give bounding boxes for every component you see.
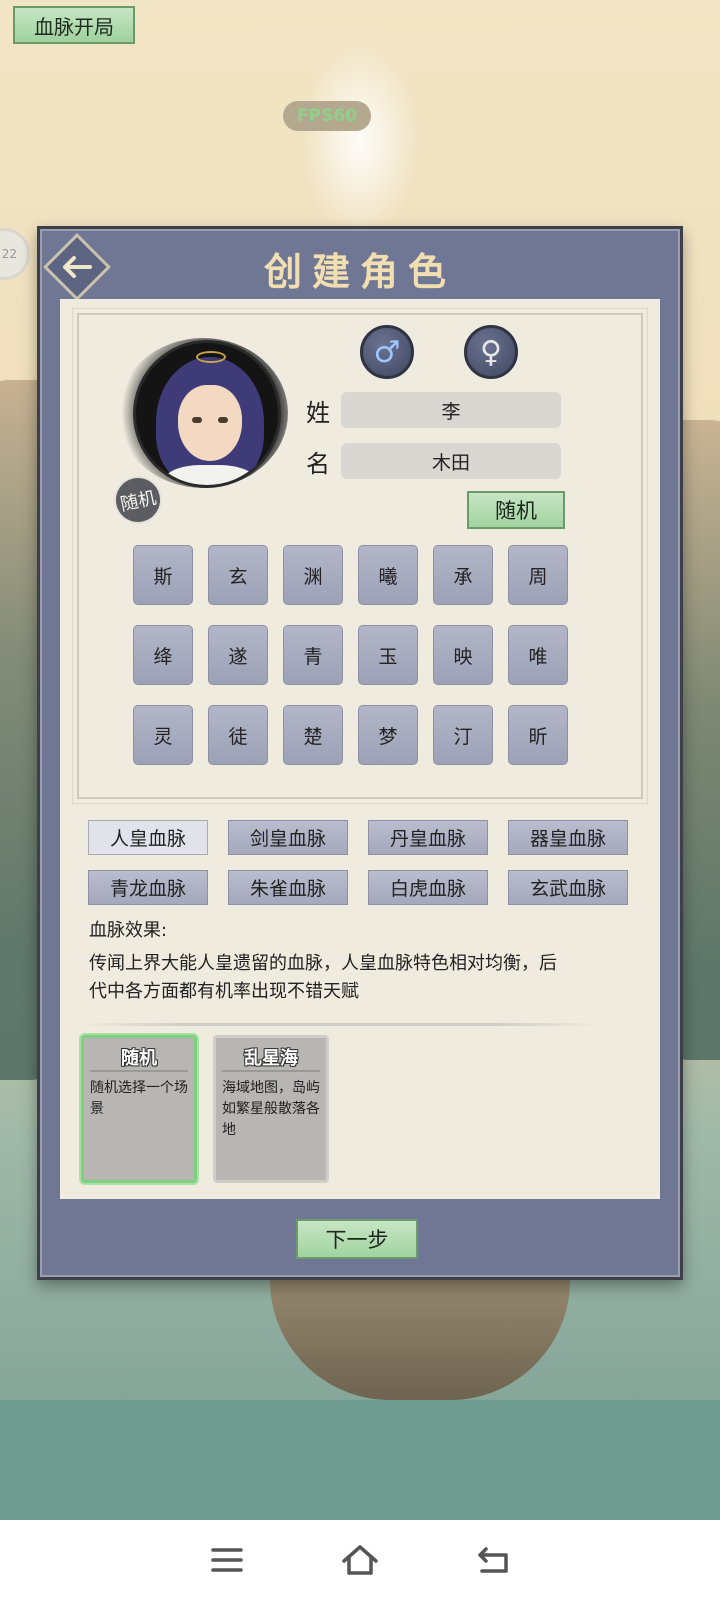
name-char-tile[interactable]: 汀: [433, 705, 493, 765]
bloodline-alchemy-emperor[interactable]: 丹皇血脉: [368, 820, 488, 855]
bloodline-azure-dragon[interactable]: 青龙血脉: [88, 870, 208, 905]
name-char-tile[interactable]: 玄: [208, 545, 268, 605]
background-sea: [0, 1400, 720, 1520]
dialog-title: 创建角色: [263, 248, 456, 294]
name-char-tile[interactable]: 楚: [283, 705, 343, 765]
next-step-button[interactable]: 下一步: [296, 1219, 418, 1259]
name-char-tile[interactable]: 承: [433, 545, 493, 605]
bloodline-black-tortoise[interactable]: 玄武血脉: [508, 870, 628, 905]
scene-description: 海域地图，岛屿如繁星般散落各地: [222, 1080, 320, 1138]
name-char-tile[interactable]: 青: [283, 625, 343, 685]
bloodline-human-emperor[interactable]: 人皇血脉: [88, 820, 208, 855]
name-char-tile[interactable]: 遂: [208, 625, 268, 685]
home-icon[interactable]: [340, 1540, 380, 1580]
surname-label: 姓: [306, 398, 330, 427]
bloodline-effect-text: 传闻上界大能人皇遗留的血脉，人皇血脉特色相对均衡，后代中各方面都有机率出现不错天…: [89, 953, 557, 1002]
name-char-tile[interactable]: 周: [508, 545, 568, 605]
random-name-button[interactable]: 随机: [467, 491, 565, 529]
back-icon[interactable]: [473, 1540, 513, 1580]
scene-card-chaos-star-sea[interactable]: 乱星海 海域地图，岛屿如繁星般散落各地: [213, 1035, 329, 1183]
male-symbol-icon[interactable]: ♂: [360, 325, 414, 379]
bloodline-effect-title: 血脉效果:: [89, 920, 168, 941]
background-mist: [300, 40, 420, 240]
scene-name: 乱星海: [244, 1048, 298, 1069]
name-label: 名: [306, 449, 330, 478]
name-char-tile[interactable]: 映: [433, 625, 493, 685]
arrow-left-icon[interactable]: [53, 243, 101, 291]
side-badge-text: 22: [1, 247, 17, 261]
scene-description: 随机选择一个场景: [90, 1080, 188, 1117]
surname-field[interactable]: 李: [341, 392, 561, 428]
name-char-tile[interactable]: 斯: [133, 545, 193, 605]
name-char-tile[interactable]: 玉: [358, 625, 418, 685]
fps-counter: FPS60: [283, 101, 371, 131]
avatar-eye: [218, 417, 228, 423]
system-nav-bar: [0, 1520, 720, 1600]
scene-divider: [222, 1070, 320, 1072]
bloodline-start-button[interactable]: 血脉开局: [13, 6, 135, 44]
name-char-tile[interactable]: 灵: [133, 705, 193, 765]
name-char-tile[interactable]: 梦: [358, 705, 418, 765]
avatar-eye: [192, 417, 202, 423]
bloodline-sword-emperor[interactable]: 剑皇血脉: [228, 820, 348, 855]
avatar-robe: [164, 465, 256, 485]
scene-name: 随机: [121, 1048, 157, 1069]
character-avatar[interactable]: [133, 340, 281, 488]
given-name-field[interactable]: 木田: [341, 443, 561, 479]
female-symbol-icon[interactable]: ♀: [464, 325, 518, 379]
bloodline-vermilion-bird[interactable]: 朱雀血脉: [228, 870, 348, 905]
section-divider: [80, 1023, 600, 1026]
name-char-tile[interactable]: 唯: [508, 625, 568, 685]
name-char-tile[interactable]: 渊: [283, 545, 343, 605]
name-char-tile[interactable]: 绛: [133, 625, 193, 685]
menu-icon[interactable]: [207, 1540, 247, 1580]
bloodline-white-tiger[interactable]: 白虎血脉: [368, 870, 488, 905]
name-char-tile[interactable]: 徒: [208, 705, 268, 765]
avatar-face: [178, 385, 242, 461]
scene-divider: [90, 1070, 188, 1072]
bloodline-artifact-emperor[interactable]: 器皇血脉: [508, 820, 628, 855]
avatar-hairpin: [196, 351, 226, 363]
name-char-tile[interactable]: 昕: [508, 705, 568, 765]
name-char-tile[interactable]: 曦: [358, 545, 418, 605]
scene-card-random[interactable]: 随机 随机选择一个场景: [81, 1035, 197, 1183]
